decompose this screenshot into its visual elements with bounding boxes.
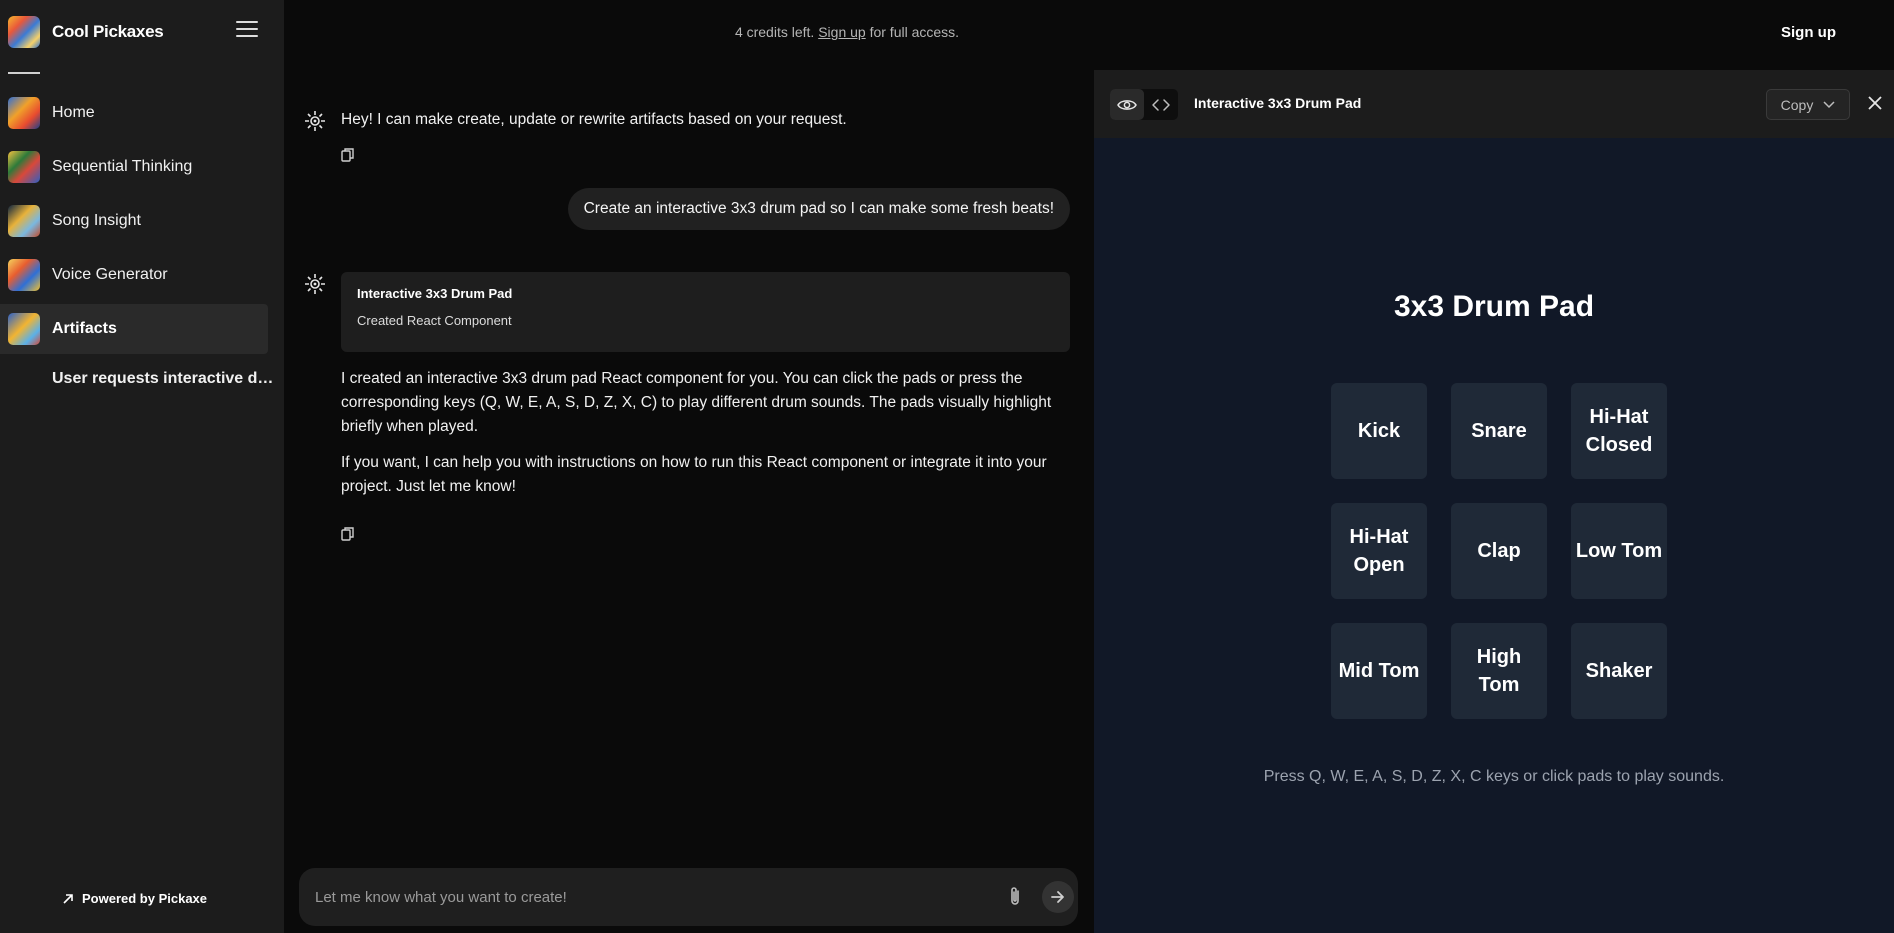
- code-toggle[interactable]: [1144, 89, 1178, 120]
- conversation-link[interactable]: User requests interactive drum pad: [52, 370, 276, 388]
- arrow-up-right-icon: [63, 893, 73, 904]
- top-bar: 4 credits left. Sign up for full access.…: [284, 0, 1894, 70]
- artifact-header: Interactive 3x3 Drum Pad Copy: [1094, 70, 1894, 138]
- user-message: Create an interactive 3x3 drum pad so I …: [567, 188, 1070, 230]
- voice-generator-thumbnail: [8, 259, 40, 291]
- sidebar-item-label: Artifacts: [52, 320, 117, 337]
- credits-notice: 4 credits left. Sign up for full access.: [284, 24, 1410, 40]
- artifact-card-title: Interactive 3x3 Drum Pad: [357, 286, 513, 301]
- view-toggle: [1110, 89, 1178, 120]
- copy-icon[interactable]: [341, 526, 355, 542]
- chevron-down-icon: [1823, 100, 1835, 108]
- credits-suffix: for full access.: [869, 24, 960, 40]
- close-icon[interactable]: [1867, 95, 1883, 111]
- menu-icon[interactable]: [236, 21, 258, 39]
- paperclip-icon[interactable]: [1005, 885, 1025, 909]
- pad-hihat-closed[interactable]: Hi-Hat Closed: [1571, 383, 1667, 479]
- chat-area: Hey! I can make create, update or rewrit…: [284, 70, 1094, 933]
- powered-by-link[interactable]: Powered by Pickaxe: [62, 891, 207, 906]
- sidebar-item-label: Song Insight: [52, 212, 141, 229]
- eye-icon: [1117, 99, 1137, 110]
- preview-toggle[interactable]: [1110, 89, 1144, 120]
- message-composer: [299, 868, 1078, 926]
- artifacts-thumbnail: [8, 313, 40, 345]
- pad-hihat-open[interactable]: Hi-Hat Open: [1331, 503, 1427, 599]
- reply-paragraph: If you want, I can help you with instruc…: [341, 454, 1047, 495]
- code-icon: [1152, 98, 1170, 111]
- sidebar-item-song-insight[interactable]: Song Insight: [0, 196, 268, 246]
- pad-snare[interactable]: Snare: [1451, 383, 1547, 479]
- sidebar-item-label: Sequential Thinking: [52, 158, 193, 175]
- assistant-icon: [305, 111, 325, 131]
- pad-kick[interactable]: Kick: [1331, 383, 1427, 479]
- copy-icon[interactable]: [341, 147, 355, 163]
- brand[interactable]: Cool Pickaxes: [8, 16, 164, 48]
- arrow-right-icon: [1051, 891, 1064, 903]
- drum-pad-hint: Press Q, W, E, A, S, D, Z, X, C keys or …: [1263, 768, 1725, 785]
- song-insight-thumbnail: [8, 205, 40, 237]
- reply-paragraph: I created an interactive 3x3 drum pad Re…: [341, 370, 1052, 435]
- signup-button[interactable]: Sign up: [1781, 24, 1836, 41]
- drum-pad-grid: Kick Snare Hi-Hat Closed Hi-Hat Open Cla…: [1331, 383, 1667, 719]
- pad-high-tom[interactable]: High Tom: [1451, 623, 1547, 719]
- credits-count: 4 credits left.: [734, 24, 815, 40]
- pad-shaker[interactable]: Shaker: [1571, 623, 1667, 719]
- artifact-card-subtitle: Created React Component: [357, 313, 512, 328]
- drum-pad-heading: 3x3 Drum Pad: [1393, 290, 1595, 323]
- send-button[interactable]: [1042, 881, 1074, 913]
- artifact-card[interactable]: Interactive 3x3 Drum Pad Created React C…: [341, 272, 1070, 352]
- assistant-reply: I created an interactive 3x3 drum pad Re…: [341, 367, 1076, 511]
- sidebar-item-label: Voice Generator: [52, 266, 168, 283]
- brand-logo: [8, 16, 40, 48]
- copy-button-label: Copy: [1780, 96, 1814, 113]
- sequential-thinking-thumbnail: [8, 151, 40, 183]
- sidebar: Cool Pickaxes Home Sequential Thinking S…: [0, 0, 284, 933]
- sidebar-nav: Home Sequential Thinking Song Insight Vo…: [0, 88, 268, 358]
- active-indicator: [8, 72, 40, 74]
- message-input[interactable]: [315, 884, 975, 910]
- sidebar-item-home[interactable]: Home: [0, 88, 268, 138]
- sidebar-item-voice-generator[interactable]: Voice Generator: [0, 250, 268, 300]
- assistant-icon: [305, 274, 325, 294]
- pad-low-tom[interactable]: Low Tom: [1571, 503, 1667, 599]
- artifact-panel: Interactive 3x3 Drum Pad Copy 3x3 Drum P…: [1094, 70, 1894, 933]
- sidebar-item-sequential-thinking[interactable]: Sequential Thinking: [0, 142, 268, 192]
- brand-name: Cool Pickaxes: [52, 22, 164, 41]
- credits-signup-link[interactable]: Sign up: [818, 24, 865, 40]
- powered-by-label: Powered by Pickaxe: [82, 891, 208, 906]
- sidebar-item-label: Home: [52, 104, 95, 121]
- pad-mid-tom[interactable]: Mid Tom: [1331, 623, 1427, 719]
- sidebar-item-artifacts[interactable]: Artifacts: [0, 304, 268, 354]
- copy-button[interactable]: Copy: [1766, 89, 1850, 120]
- pad-clap[interactable]: Clap: [1451, 503, 1547, 599]
- home-thumbnail: [8, 97, 40, 129]
- assistant-greeting: Hey! I can make create, update or rewrit…: [341, 111, 847, 128]
- artifact-title: Interactive 3x3 Drum Pad: [1194, 95, 1362, 111]
